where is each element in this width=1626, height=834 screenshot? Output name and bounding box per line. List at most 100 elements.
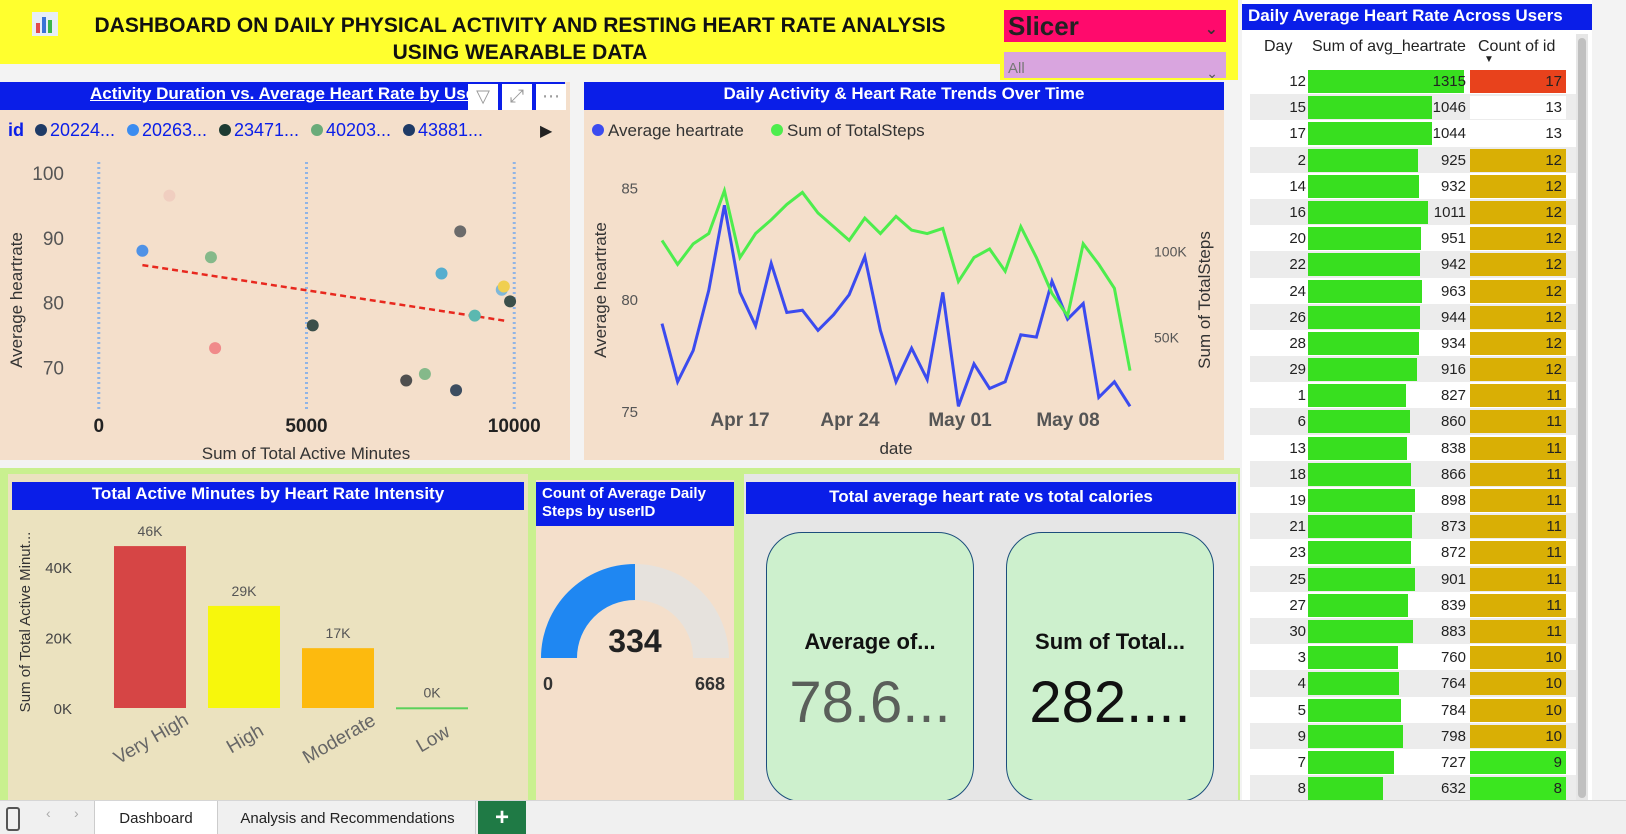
scrollbar-thumb[interactable]	[1578, 38, 1586, 798]
cell-heartrate: 901	[1440, 570, 1466, 588]
scatter-point	[504, 295, 517, 308]
y-tick-label: 80	[43, 294, 64, 315]
table-row[interactable]: 8 632 8	[1250, 775, 1580, 802]
tab-analysis[interactable]: Analysis and Recommendations	[220, 801, 476, 834]
cell-heartrate: 866	[1440, 465, 1466, 483]
table-row[interactable]: 18 866 11	[1250, 460, 1580, 487]
y2-tick-label: 100K	[1154, 244, 1187, 260]
table-row[interactable]: 29 916 12	[1250, 356, 1580, 383]
sort-desc-icon[interactable]: ▼	[1484, 54, 1494, 65]
table-row[interactable]: 27 839 11	[1250, 592, 1580, 618]
cell-count: 12	[1470, 279, 1566, 303]
legend-marker	[771, 124, 783, 136]
cell-day: 13	[1289, 439, 1306, 457]
intensity-bar-visual[interactable]: Total Active Minutes by Heart Rate Inten…	[8, 474, 528, 802]
table-row[interactable]: 15 1046 13	[1250, 94, 1580, 121]
table-row[interactable]: 26 944 12	[1250, 303, 1580, 330]
heart-rate-table-visual[interactable]: Daily Average Heart Rate Across Users Da…	[1242, 0, 1592, 804]
tab-scroll-right-icon[interactable]: ›	[74, 805, 79, 821]
mobile-layout-icon[interactable]	[6, 807, 20, 831]
scatter-point	[468, 309, 481, 322]
table-row[interactable]: 13 838 11	[1250, 435, 1580, 461]
table-row[interactable]: 1 827 11	[1250, 382, 1580, 408]
scatter-point	[450, 384, 463, 397]
trend-visual[interactable]: Daily Activity & Heart Rate Trends Over …	[584, 82, 1224, 460]
table-row[interactable]: 22 942 12	[1250, 251, 1580, 278]
x-axis-label: date	[879, 439, 912, 458]
table-row[interactable]: 23 872 11	[1250, 539, 1580, 565]
table-row[interactable]: 9 798 10	[1250, 722, 1580, 749]
cell-day: 16	[1289, 203, 1306, 221]
cell-heartrate: 1315	[1432, 73, 1466, 90]
bar-chart-title: Total Active Minutes by Heart Rate Inten…	[12, 482, 524, 510]
kpi-visual[interactable]: Total average heart rate vs total calori…	[744, 474, 1238, 802]
cell-heartrate: 1011	[1433, 203, 1466, 221]
cell-count: 11	[1470, 489, 1566, 512]
legend-item: 20224...	[50, 120, 115, 140]
cell-count: 12	[1470, 200, 1566, 224]
scatter-point	[136, 244, 149, 257]
table-row[interactable]: 19 898 11	[1250, 487, 1580, 513]
table-row[interactable]: 7 727 9	[1250, 749, 1580, 775]
table-row[interactable]: 28 934 12	[1250, 330, 1580, 356]
cell-day: 25	[1289, 570, 1306, 588]
cell-count: 12	[1470, 174, 1566, 198]
table-row[interactable]: 30 883 11	[1250, 617, 1580, 645]
sheet-tab-bar: ‹ › Dashboard Analysis and Recommendatio…	[0, 800, 1626, 834]
scatter-visual[interactable]: Activity Duration vs. Average Heart Rate…	[0, 82, 570, 460]
table-row[interactable]: 20 951 12	[1250, 225, 1580, 251]
kpi-card-avg-heartrate[interactable]: Average of... 78.6...	[766, 532, 974, 802]
slicer-title[interactable]: Slicer ⌄	[1004, 10, 1226, 42]
cell-day: 23	[1289, 544, 1306, 562]
table-row[interactable]: 2 925 12	[1250, 146, 1580, 173]
cell-day: 21	[1289, 518, 1306, 536]
table-row[interactable]: 12 1315 17	[1250, 68, 1580, 94]
y-tick-label: 80	[621, 292, 638, 309]
more-options-icon[interactable]: ⋯	[536, 84, 566, 110]
column-header-hr[interactable]: Sum of avg_heartrate	[1312, 38, 1466, 56]
legend-item: 40203...	[326, 120, 391, 140]
legend-item: 23471...	[234, 120, 299, 140]
cell-day: 1	[1297, 387, 1306, 405]
cell-heartrate: 839	[1440, 596, 1466, 614]
table-row[interactable]: 16 1011 12	[1250, 198, 1580, 226]
table-row[interactable]: 24 963 12	[1250, 278, 1580, 304]
filter-icon[interactable]: ▽	[468, 84, 498, 110]
steps-gauge: 334 0 668	[541, 564, 729, 694]
table-row[interactable]: 21 873 11	[1250, 513, 1580, 540]
table-row[interactable]: 4 764 10	[1250, 670, 1580, 697]
table-row[interactable]: 14 932 12	[1250, 173, 1580, 199]
bar-very-high	[114, 546, 186, 708]
steps-gauge-visual[interactable]: Count of Average Daily Steps by userID 3…	[536, 480, 734, 802]
table-row[interactable]: 5 784 10	[1250, 697, 1580, 723]
cell-day: 27	[1289, 596, 1306, 614]
chevron-down-icon[interactable]: ⌄	[1205, 14, 1218, 46]
cell-count: 8	[1470, 777, 1566, 801]
legend-marker	[592, 124, 604, 136]
y-tick-label: 0K	[54, 701, 72, 718]
table-scrollbar[interactable]	[1576, 34, 1588, 804]
legend-marker	[403, 124, 415, 136]
cell-day: 19	[1289, 492, 1306, 509]
y-tick-label: 20K	[45, 631, 72, 648]
y2-tick-label: 50K	[1154, 329, 1180, 345]
cell-count: 13	[1470, 122, 1566, 146]
scatter-point	[209, 342, 222, 355]
tab-scroll-left-icon[interactable]: ‹	[46, 805, 51, 821]
slicer-dropdown[interactable]: All ⌄	[1004, 52, 1226, 78]
cell-count: 11	[1470, 462, 1566, 486]
column-header-day[interactable]: Day	[1264, 38, 1292, 56]
table-row[interactable]: 25 901 11	[1250, 565, 1580, 592]
cell-day: 28	[1289, 334, 1306, 352]
data-label: 17K	[326, 625, 352, 641]
table-row[interactable]: 6 860 11	[1250, 408, 1580, 435]
add-page-button[interactable]: +	[478, 801, 526, 834]
table-row[interactable]: 17 1044 13	[1250, 120, 1580, 146]
table-row[interactable]: 3 760 10	[1250, 644, 1580, 670]
cell-heartrate: 963	[1440, 282, 1466, 300]
chevron-down-icon[interactable]: ⌄	[1206, 56, 1218, 78]
focus-mode-icon[interactable]: ⤢	[502, 84, 532, 110]
kpi-card-total-calories[interactable]: Sum of Total... 282....	[1006, 532, 1214, 802]
scatter-point	[454, 225, 467, 238]
tab-dashboard[interactable]: Dashboard	[94, 801, 218, 834]
